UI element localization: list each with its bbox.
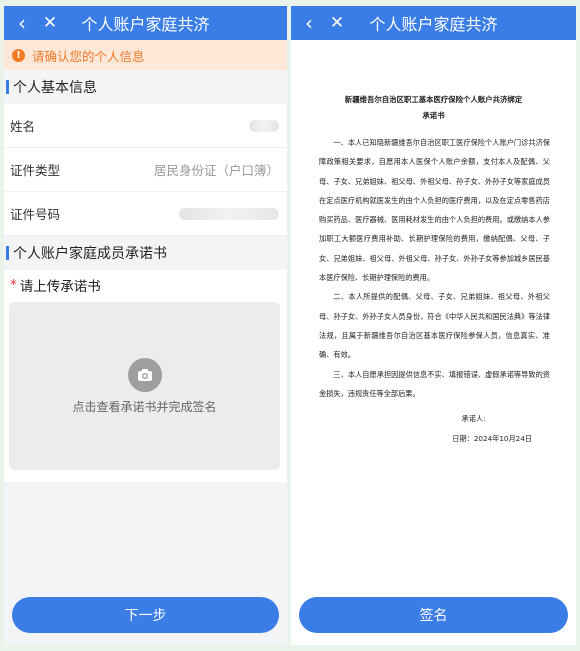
row-id-number: 证件号码 [4,192,287,236]
upload-label-text: 请上传承诺书 [19,279,101,295]
section-title-text: 个人基本信息 [13,80,97,96]
info-screen: ‹ ✕ 个人账户家庭共济 ! 请确认您的个人信息 个人基本信息 姓名 证件类型 … [4,6,287,645]
chevron-left-icon[interactable]: ‹ [297,6,321,40]
section-title-text: 个人账户家庭成员承诺书 [13,246,167,262]
upload-label: * 请上传承诺书 [4,270,287,300]
doc-title: 新疆维吾尔自治区职工基本医疗保险个人账户共济绑定 [344,95,523,104]
required-mark: * [10,277,17,293]
close-icon[interactable]: ✕ [38,6,62,40]
doc-paragraph: 二、本人所提供的配偶、父母、子女、兄弟姐妹、祖父母、外祖父母、孙子女、外孙子女人… [319,292,550,360]
close-icon[interactable]: ✕ [325,6,349,40]
section-pledge: 个人账户家庭成员承诺书 [4,236,287,270]
redacted-value [249,119,279,132]
chevron-left-icon[interactable]: ‹ [10,6,34,40]
upload-hint: 点击查看承诺书并完成签名 [72,399,217,414]
pledge-screen: ‹ ✕ 个人账户家庭共济 新疆维吾尔自治区职工基本医疗保险个人账户共济绑定 承诺… [291,6,576,645]
camera-icon [127,357,162,392]
section-basic-info: 个人基本信息 [4,70,287,104]
section-marker [6,246,9,260]
row-label: 证件类型 [10,163,61,178]
confirm-notice: ! 请确认您的个人信息 [4,40,287,70]
row-label: 证件号码 [10,207,61,222]
upload-pledge-area[interactable]: 点击查看承诺书并完成签名 [9,302,280,470]
row-label: 姓名 [10,119,36,134]
doc-subtitle: 承诺书 [422,111,445,120]
top-bar: ‹ ✕ 个人账户家庭共济 [4,6,287,40]
doc-date: 日期：2024年10月24日 [452,434,532,444]
notice-text: 请确认您的个人信息 [32,48,145,64]
signer-label: 承诺人: [461,414,486,424]
doc-paragraph: 三、本人自愿承担因提供信息不实、填报错误、虚假承诺等导致的资金损失，违规责任等全… [319,369,550,398]
upload-card: * 请上传承诺书 点击查看承诺书并完成签名 [4,270,287,482]
info-list: 姓名 证件类型 居民身份证（户口簿） 证件号码 [4,104,287,236]
row-name: 姓名 [4,104,287,148]
sign-button[interactable]: 签名 [299,597,568,633]
next-button[interactable]: 下一步 [12,597,279,633]
pledge-document: 新疆维吾尔自治区职工基本医疗保险个人账户共济绑定 承诺书 一、本人已知晓新疆维吾… [291,40,576,449]
warning-icon: ! [12,48,25,62]
row-value: 居民身份证（户口簿） [153,163,279,178]
top-bar: ‹ ✕ 个人账户家庭共济 [291,6,576,40]
section-marker [6,80,9,94]
doc-paragraph: 一、本人已知晓新疆维吾尔自治区职工医疗保险个人账户门诊共济保障政策相关要求，自愿… [319,138,550,283]
row-id-type: 证件类型 居民身份证（户口簿） [4,148,287,192]
redacted-value [179,207,279,220]
